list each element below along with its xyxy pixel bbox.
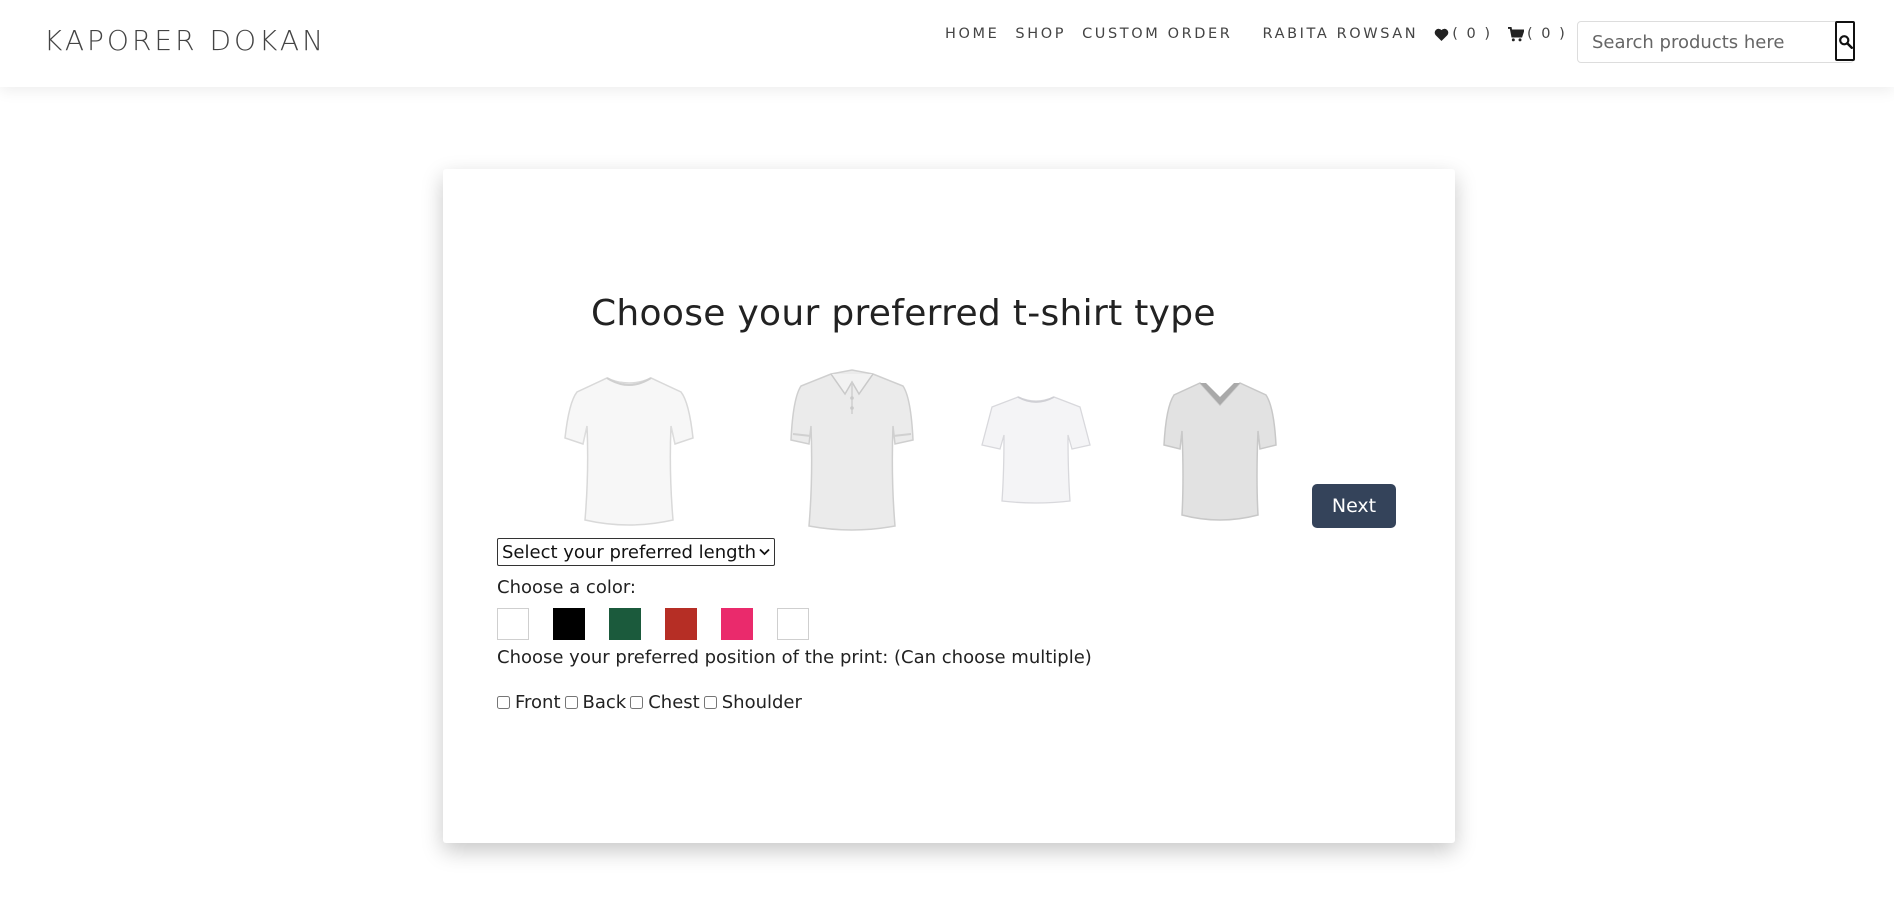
search-input[interactable] <box>1578 30 1819 54</box>
color-swatch-pink[interactable] <box>721 608 753 640</box>
wishlist-link[interactable]: ( 0 ) <box>1434 26 1492 42</box>
search-bar <box>1577 21 1855 63</box>
back-checkbox[interactable] <box>564 696 578 709</box>
cart-icon <box>1508 26 1525 41</box>
main-nav: HOME SHOP CUSTOM ORDER RABITA ROWSAN ( 0… <box>945 26 1583 42</box>
oversized-tshirt-option[interactable] <box>980 393 1092 505</box>
crew-neck-tshirt-option[interactable] <box>559 372 699 528</box>
brand-logo[interactable]: KAPORER DOKAN <box>44 24 326 57</box>
tshirt-vneck-image <box>1163 382 1277 521</box>
search-button[interactable] <box>1835 21 1855 61</box>
chest-label: Chest <box>648 692 700 713</box>
color-swatch-black[interactable] <box>553 608 585 640</box>
color-swatch-white-2[interactable] <box>777 608 809 640</box>
chevron-down-icon <box>759 548 770 556</box>
back-label: Back <box>582 692 627 713</box>
tshirt-crew-image <box>564 377 694 526</box>
custom-order-card: Choose your preferred t-shirt type Next … <box>443 169 1455 843</box>
site-header: KAPORER DOKAN HOME SHOP CUSTOM ORDER RAB… <box>0 0 1894 87</box>
length-select-value: Select your preferred length <box>502 541 757 563</box>
color-swatches <box>497 608 833 640</box>
search-icon <box>1838 34 1853 49</box>
tshirt-oversized-image <box>981 396 1091 504</box>
nav-custom-order[interactable]: CUSTOM ORDER <box>1082 26 1232 42</box>
nav-home[interactable]: HOME <box>945 26 999 42</box>
shoulder-label: Shoulder <box>721 692 802 713</box>
polo-shirt-option[interactable] <box>787 368 917 533</box>
front-checkbox[interactable] <box>497 696 510 709</box>
heart-icon <box>1434 28 1449 41</box>
color-swatch-white[interactable] <box>497 608 529 640</box>
print-position-label: Choose your preferred position of the pr… <box>497 647 1092 668</box>
cart-link[interactable]: ( 0 ) <box>1508 26 1567 42</box>
length-select[interactable]: Select your preferred length <box>497 538 775 566</box>
shoulder-checkbox[interactable] <box>703 696 717 709</box>
print-position-options: Front Back Chest Shoulder <box>497 692 806 713</box>
print-option-shoulder[interactable]: Shoulder <box>703 692 802 713</box>
wishlist-count: ( 0 ) <box>1452 26 1493 42</box>
polo-shirt-image <box>790 369 914 531</box>
color-swatch-green[interactable] <box>609 608 641 640</box>
print-option-back[interactable]: Back <box>564 692 627 713</box>
nav-shop[interactable]: SHOP <box>1015 26 1066 42</box>
nav-user-account[interactable]: RABITA ROWSAN <box>1262 26 1418 42</box>
color-label: Choose a color: <box>497 577 636 598</box>
v-neck-tshirt-option[interactable] <box>1162 379 1278 525</box>
color-swatch-red[interactable] <box>665 608 697 640</box>
chest-checkbox[interactable] <box>630 696 644 709</box>
print-option-chest[interactable]: Chest <box>630 692 700 713</box>
cart-count: ( 0 ) <box>1527 26 1567 42</box>
front-label: Front <box>515 692 561 713</box>
next-button[interactable]: Next <box>1312 484 1396 528</box>
print-option-front[interactable]: Front <box>497 692 561 713</box>
page-title: Choose your preferred t-shirt type <box>591 293 1216 334</box>
